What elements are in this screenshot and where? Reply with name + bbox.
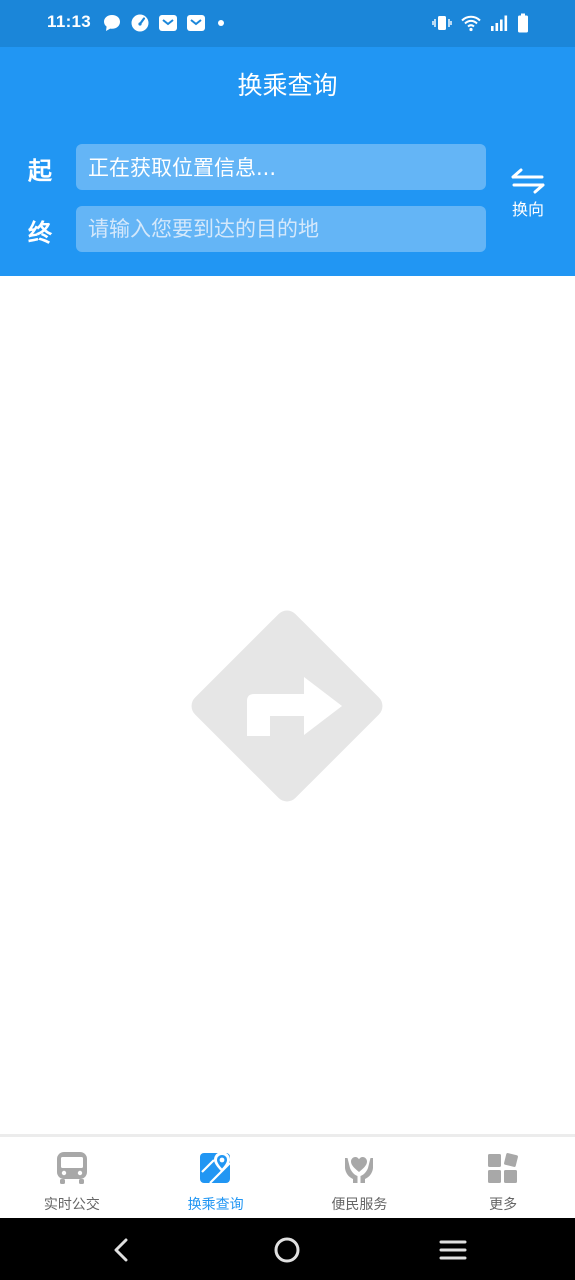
battery-icon — [518, 13, 528, 33]
mail-icon — [187, 15, 205, 31]
tab-label: 便民服务 — [331, 1197, 388, 1213]
more-dot-icon — [218, 20, 224, 26]
nav-home-button[interactable] — [267, 1232, 307, 1268]
back-icon — [114, 1238, 128, 1262]
tab-transfer-query[interactable]: 换乘查询 — [144, 1137, 288, 1218]
start-label: 起 — [28, 157, 52, 185]
tab-label: 换乘查询 — [187, 1197, 244, 1213]
end-label: 终 — [28, 219, 52, 247]
bottom-tab-bar: 实时公交 换乘查询 便民服务 更多 — [0, 1134, 575, 1218]
swap-direction-button[interactable]: 换向 — [504, 167, 552, 225]
vibrate-icon — [432, 16, 452, 30]
swap-arrows-icon — [511, 168, 545, 194]
status-bar: 11:13 — [0, 0, 575, 47]
page-title: 换乘查询 — [237, 71, 338, 100]
bus-icon — [56, 1152, 87, 1184]
tab-label: 实时公交 — [43, 1197, 100, 1213]
nav-menu-button[interactable] — [433, 1232, 473, 1268]
route-header: 换乘查询 起 终 换向 — [0, 47, 575, 276]
results-area — [0, 276, 575, 1134]
tab-convenience-services[interactable]: 便民服务 — [288, 1137, 432, 1218]
system-navigation-bar — [0, 1218, 575, 1280]
tab-label: 更多 — [489, 1197, 518, 1213]
status-time: 11:13 — [47, 12, 92, 31]
start-location-input[interactable] — [76, 144, 486, 190]
system-icons — [432, 12, 529, 34]
nav-back-button[interactable] — [101, 1232, 141, 1268]
tab-realtime-bus[interactable]: 实时公交 — [0, 1137, 144, 1218]
map-pin-icon — [199, 1152, 231, 1184]
notification-icons — [102, 13, 228, 33]
menu-icon — [439, 1240, 467, 1260]
home-icon — [274, 1237, 300, 1263]
turn-right-sign-icon — [191, 610, 383, 802]
wifi-icon — [461, 15, 481, 32]
speedometer-icon — [131, 14, 149, 32]
tab-more[interactable]: 更多 — [431, 1137, 575, 1218]
heart-hand-icon — [345, 1157, 374, 1183]
mail-icon — [159, 15, 177, 31]
chat-bubble-icon — [104, 15, 120, 31]
grid-icon — [488, 1153, 519, 1183]
destination-input[interactable] — [76, 206, 486, 252]
swap-label: 换向 — [511, 200, 544, 219]
signal-icon — [491, 15, 508, 31]
